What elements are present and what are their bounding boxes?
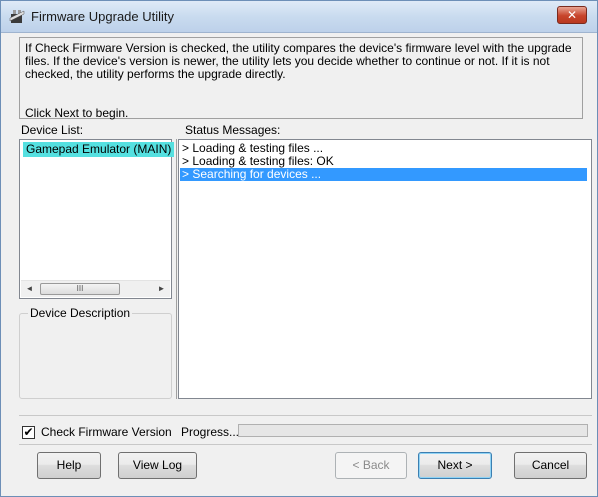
pane-divider (176, 139, 177, 399)
firmware-chip-icon (9, 10, 25, 23)
status-line-selected: > Searching for devices ... (180, 168, 587, 181)
checkmark-icon: ✔ (23, 425, 34, 439)
scroll-left-arrow-icon[interactable]: ◄ (21, 281, 38, 297)
check-firmware-label[interactable]: Check Firmware Version (41, 425, 172, 439)
window-title: Firmware Upgrade Utility (31, 9, 175, 24)
separator (19, 415, 592, 416)
close-icon: ✕ (566, 8, 578, 22)
instructions-panel: If Check Firmware Version is checked, th… (19, 37, 583, 120)
separator (19, 444, 592, 445)
cancel-button[interactable]: Cancel (514, 452, 587, 479)
device-list-horizontal-scrollbar[interactable]: ◄ III ► (21, 280, 170, 297)
device-list-item[interactable]: Gamepad Emulator (MAIN) (23, 142, 175, 157)
status-messages-list[interactable]: > Loading & testing files ... > Loading … (178, 139, 592, 399)
progress-label: Progress... (181, 425, 240, 439)
device-list-label: Device List: (21, 123, 84, 137)
scroll-thumb[interactable]: III (40, 283, 120, 295)
scroll-right-arrow-icon[interactable]: ► (153, 281, 170, 297)
view-log-button[interactable]: View Log (118, 452, 197, 479)
status-messages-label: Status Messages: (185, 123, 281, 137)
progress-bar (238, 424, 588, 437)
instructions-text: If Check Firmware Version is checked, th… (25, 41, 572, 81)
device-description-group: Device Description (19, 306, 172, 399)
close-button[interactable]: ✕ (557, 6, 587, 24)
help-button[interactable]: Help (37, 452, 101, 479)
device-description-label: Device Description (28, 306, 133, 320)
check-firmware-checkbox[interactable]: ✔ (22, 426, 35, 439)
device-list[interactable]: Gamepad Emulator (MAIN) ◄ III ► (19, 139, 175, 299)
next-button[interactable]: Next > (418, 452, 492, 479)
title-bar[interactable]: Firmware Upgrade Utility ✕ (1, 1, 597, 33)
firmware-upgrade-window: Firmware Upgrade Utility ✕ If Check Firm… (0, 0, 598, 497)
instructions-begin: Click Next to begin. (25, 106, 129, 120)
back-button[interactable]: < Back (335, 452, 407, 479)
